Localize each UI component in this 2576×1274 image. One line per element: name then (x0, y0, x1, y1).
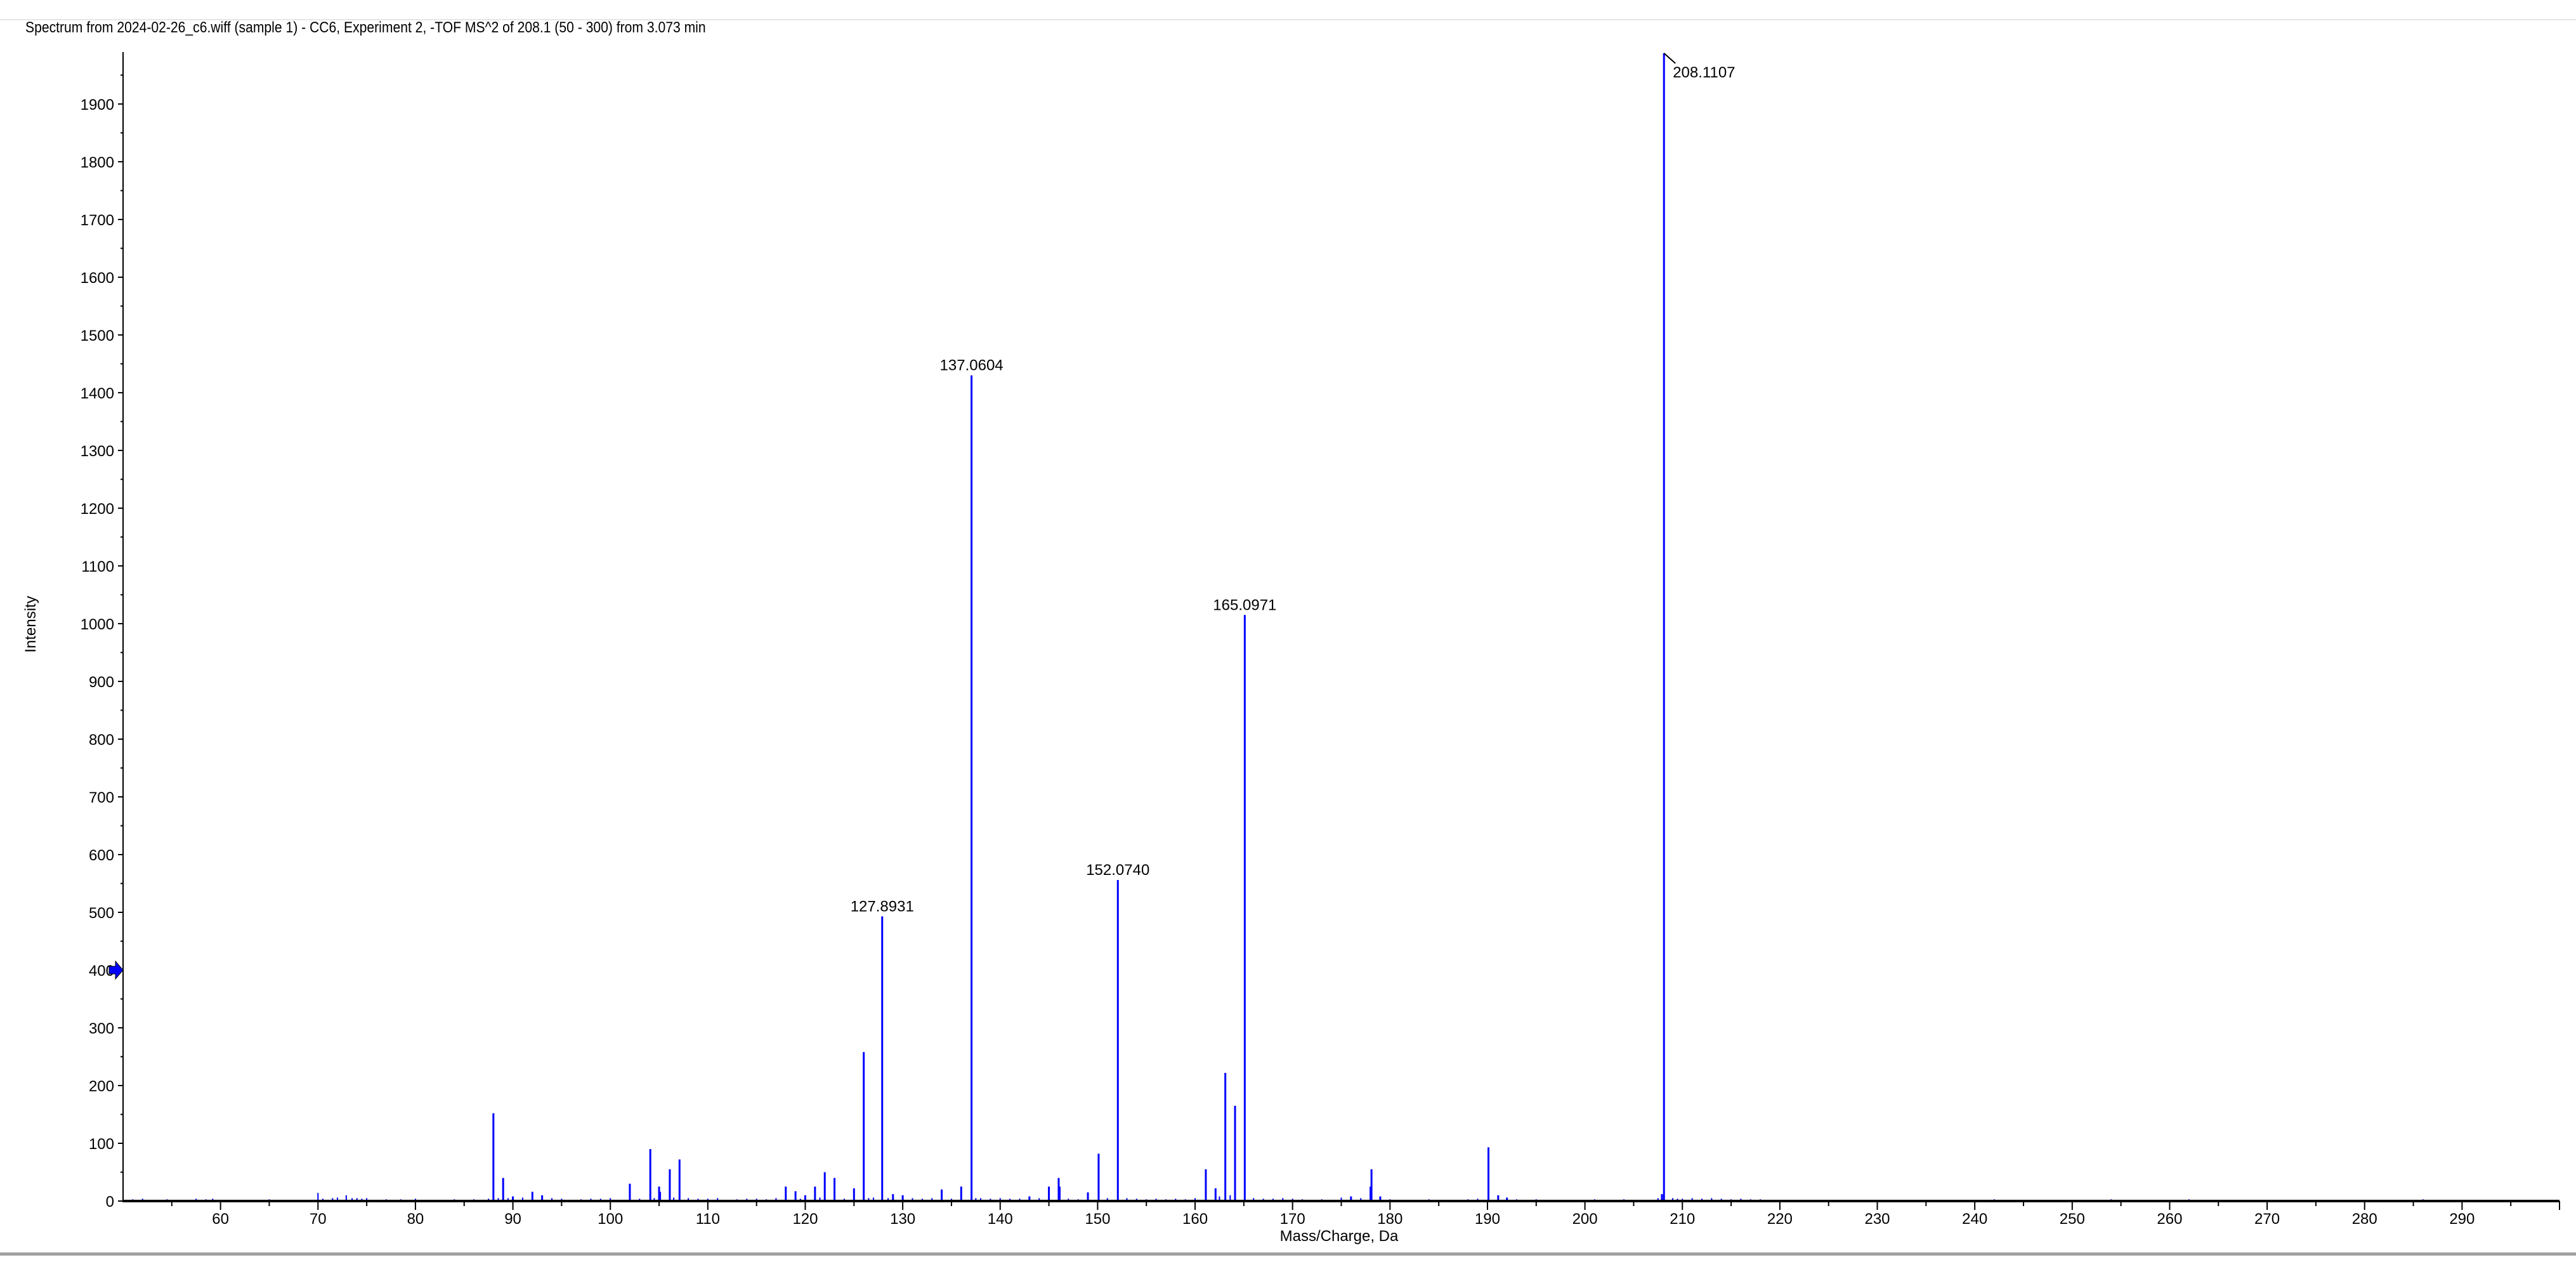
peak-label: 208.1107 (1673, 64, 1735, 81)
x-tick-label: 270 (2254, 1211, 2280, 1228)
y-tick-label: 1400 (81, 385, 114, 402)
y-tick-label: 1500 (81, 327, 114, 345)
y-tick-label: 200 (89, 1078, 114, 1095)
x-tick-label: 260 (2157, 1211, 2182, 1228)
y-tick-label: 800 (89, 732, 114, 749)
y-tick-label: 600 (89, 847, 114, 864)
x-tick-label: 240 (1962, 1211, 1987, 1228)
x-tick-label: 90 (504, 1211, 521, 1228)
x-tick-label: 290 (2449, 1211, 2475, 1228)
peak-label: 137.0604 (940, 357, 1004, 374)
bottom-divider (0, 1252, 2576, 1256)
peak-label-leader (1663, 53, 1676, 64)
x-tick-label: 210 (1670, 1211, 1695, 1228)
x-tick-label: 220 (1767, 1211, 1793, 1228)
y-tick-label: 900 (89, 674, 114, 691)
y-tick-label: 1300 (81, 443, 114, 460)
x-tick-label: 180 (1377, 1211, 1402, 1228)
x-tick-label: 230 (1864, 1211, 1890, 1228)
y-tick-label: 1600 (81, 270, 114, 287)
x-tick-label: 160 (1182, 1211, 1208, 1228)
mass-spectrum-chart[interactable]: Mass/Charge, Da Intensity 127.8931 137.06… (0, 0, 2576, 1274)
peak-label: 165.0971 (1213, 596, 1276, 614)
x-tick-label: 280 (2352, 1211, 2377, 1228)
x-tick-label: 250 (2060, 1211, 2085, 1228)
x-tick-label: 140 (988, 1211, 1013, 1228)
x-tick-label: 60 (212, 1211, 229, 1228)
x-tick-label: 150 (1085, 1211, 1110, 1228)
x-tick-label: 130 (890, 1211, 915, 1228)
y-tick-label: 1200 (81, 501, 114, 518)
y-tick-label: 100 (89, 1136, 114, 1153)
x-tick-label: 100 (598, 1211, 623, 1228)
y-tick-label: 0 (106, 1193, 114, 1211)
y-axis-label: Intensity (22, 596, 39, 652)
y-tick-label: 500 (89, 905, 114, 922)
x-tick-label: 190 (1475, 1211, 1500, 1228)
y-tick-label: 1100 (81, 558, 114, 575)
y-tick-label: 700 (89, 789, 114, 806)
x-tick-label: 170 (1280, 1211, 1305, 1228)
peak-label: 152.0740 (1086, 862, 1149, 879)
x-axis-label: Mass/Charge, Da (1280, 1228, 1399, 1245)
y-tick-label: 1800 (81, 154, 114, 171)
y-tick-label: 1900 (81, 96, 114, 114)
y-tick-label: 1000 (81, 616, 114, 633)
x-tick-label: 200 (1572, 1211, 1598, 1228)
x-tick-label: 110 (696, 1211, 720, 1228)
x-tick-label: 70 (310, 1211, 327, 1228)
y-tick-label: 300 (89, 1020, 114, 1037)
peak-label: 127.8931 (851, 898, 914, 915)
x-tick-label: 120 (792, 1211, 818, 1228)
y-tick-label: 1700 (81, 212, 114, 229)
x-tick-label: 80 (407, 1211, 424, 1228)
